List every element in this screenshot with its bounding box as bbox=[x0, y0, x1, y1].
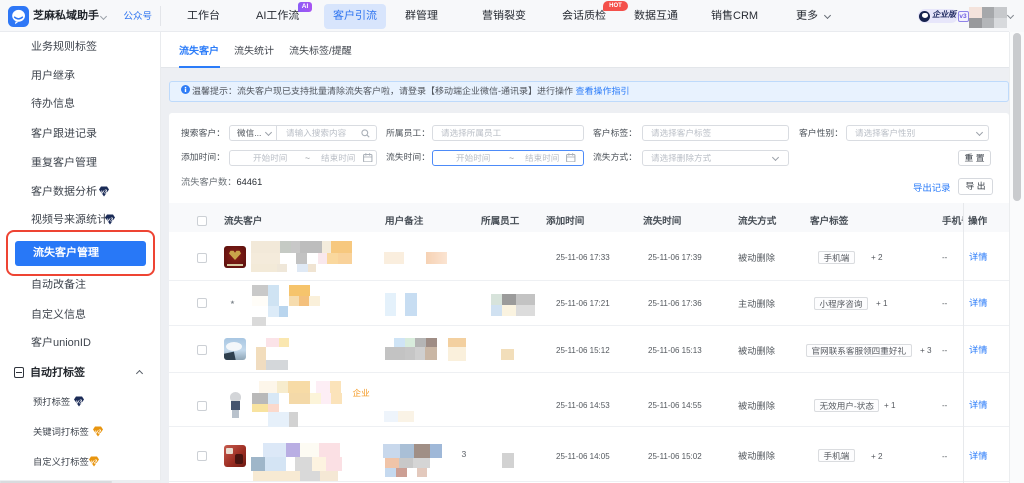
svg-text:v2: v2 bbox=[95, 429, 101, 435]
svg-text:v3: v3 bbox=[76, 399, 82, 405]
svg-text:v2: v2 bbox=[91, 459, 97, 465]
svg-text:v3: v3 bbox=[101, 189, 107, 195]
svg-text:v3: v3 bbox=[107, 217, 113, 223]
